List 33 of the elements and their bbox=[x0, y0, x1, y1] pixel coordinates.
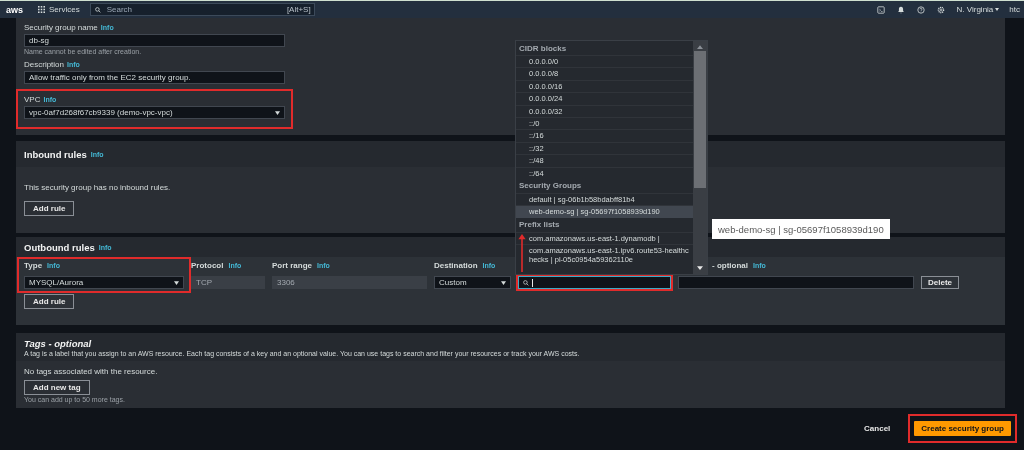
vpc-select[interactable]: vpc-0af7d268f67cb9339 (demo-vpc-vpc) bbox=[24, 106, 285, 119]
cancel-button[interactable]: Cancel bbox=[858, 422, 897, 434]
field-label: VPC bbox=[24, 95, 41, 104]
empty-message: This security group has no inbound rules. bbox=[24, 183, 171, 192]
column-header: Port range bbox=[272, 261, 312, 270]
destination-select[interactable]: Custom bbox=[434, 276, 511, 289]
logo[interactable]: aws bbox=[6, 4, 24, 15]
delete-button[interactable]: Delete bbox=[921, 276, 959, 289]
type-select[interactable]: MYSQL/Aurora bbox=[24, 276, 184, 289]
shortcut-hint: [Alt+S] bbox=[286, 5, 311, 14]
column-header: Protocol bbox=[191, 261, 224, 270]
column-header: Destination bbox=[434, 261, 478, 270]
add-rule-button[interactable]: Add rule bbox=[24, 201, 75, 216]
column-header: - optional bbox=[712, 261, 748, 270]
services-link[interactable]: Services bbox=[49, 5, 80, 14]
field-label: Description bbox=[24, 60, 64, 69]
section-title: Tags - optional bbox=[24, 337, 92, 349]
add-tag-button[interactable]: Add new tag bbox=[24, 380, 90, 395]
group-heading: Prefix lists bbox=[519, 220, 560, 230]
add-rule-button[interactable]: Add rule bbox=[24, 294, 75, 309]
column-header: Type bbox=[24, 261, 43, 270]
group-heading: Security Groups bbox=[519, 181, 582, 191]
group-heading: CIDR blocks bbox=[519, 43, 567, 53]
section-title: Inbound rules bbox=[24, 148, 87, 160]
input-field[interactable]: Allow traffic only from the EC2 security group. bbox=[24, 71, 285, 84]
field-label: Security group name bbox=[24, 23, 98, 32]
input-field[interactable]: db-sg bbox=[24, 34, 285, 47]
region-selector[interactable]: N. Virginia bbox=[956, 5, 994, 14]
create-security-group-button[interactable]: Create security group bbox=[914, 420, 1011, 436]
account-menu[interactable]: htc bbox=[1009, 5, 1020, 14]
tooltip: web-demo-sg | sg-05697f1058939d190 bbox=[712, 219, 890, 239]
section-title: Outbound rules bbox=[24, 241, 95, 253]
empty-message: No tags associated with the resource. bbox=[24, 367, 158, 376]
